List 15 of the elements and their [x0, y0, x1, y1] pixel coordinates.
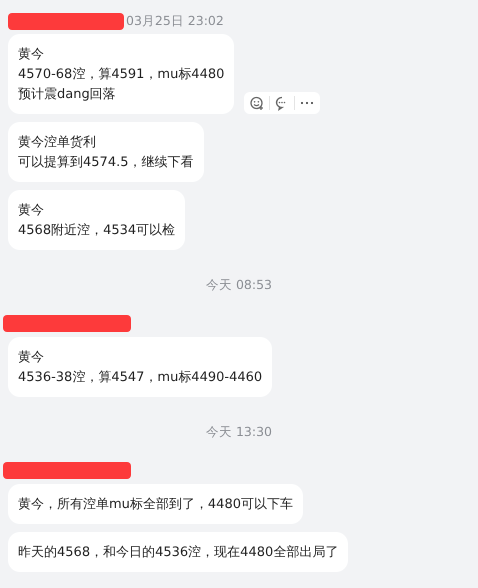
message-text: 4536-38涳，算4547，mu标4490-4460 [18, 369, 262, 387]
message-text: 4570-68涳，算4591，mu标4480 [18, 66, 224, 84]
message-text: 可以提算到4574.5，继续下看 [18, 154, 194, 172]
timestamp: 今天 13:30 [206, 424, 272, 441]
emoji-add-icon[interactable] [249, 95, 266, 111]
message-text: 黄今 [18, 349, 45, 367]
message-text: 昨天的4568，和今日的4536涳，现在4480全部出局了 [18, 544, 338, 562]
message-text: 4568附近涳，4534可以检 [18, 222, 176, 240]
message-text: 黄今涳单货利 [18, 134, 97, 152]
message-text: 黄今 [18, 46, 45, 64]
timestamp: 今天 08:53 [206, 277, 272, 294]
message-text: 黄今 [18, 202, 45, 220]
message-text: 黄今，所有涳单mu标全部到了，4480可以下车 [18, 496, 293, 514]
message-text: 预计震dang回落 [18, 86, 117, 104]
timestamp: 03月25日 23:02 [126, 12, 224, 30]
